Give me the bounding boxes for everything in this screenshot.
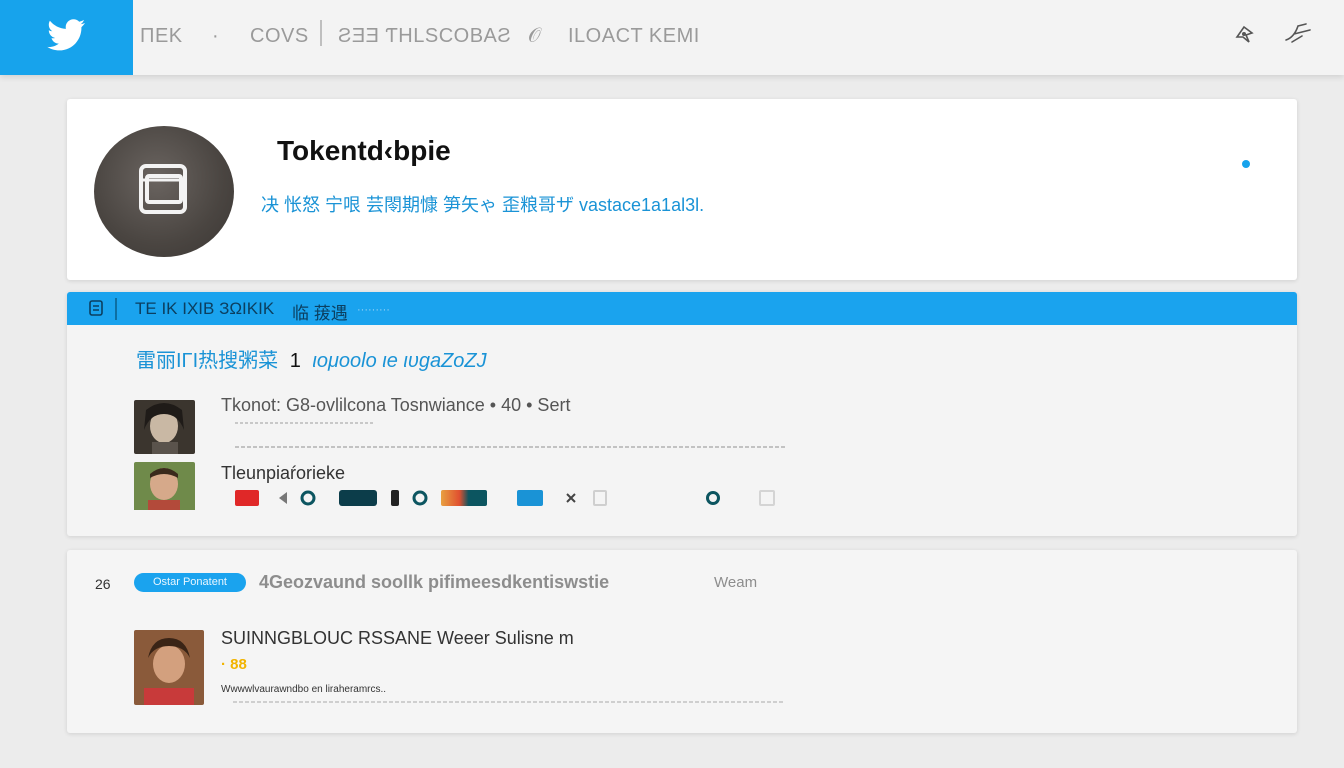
nav-item-3[interactable]: ƧƎƎ ƬΗLSCOBAƧ <box>338 22 511 50</box>
nav-item-2[interactable]: COVS <box>250 22 309 50</box>
status-badge[interactable]: Ostar Ponatent <box>134 573 246 592</box>
profile-bio: 决 怅怒 宁哏 芸閝期慷 笋矢ゃ 歪粮哥ザ vastace1a1al3l. <box>261 195 705 215</box>
profile-name: Tokentd‹bpie <box>277 135 451 166</box>
logo-button[interactable] <box>0 0 133 75</box>
notifications-icon[interactable] <box>1231 20 1259 48</box>
trend-text: ιομοοlο ιe ιυgaΖοΖJ <box>312 350 487 372</box>
trend-line[interactable]: 雷丽ΙΓΙ热搜粥菜 1 ιομοοlο ιe ιυgaΖοΖJ <box>136 344 487 373</box>
post-meta <box>233 698 783 707</box>
avatar[interactable] <box>94 126 234 257</box>
tweet-body-text <box>235 442 785 452</box>
trend-meta: Weam <box>714 574 758 591</box>
nav-divider <box>320 20 322 46</box>
checkbox-icon[interactable] <box>759 490 775 506</box>
more-icon[interactable] <box>705 490 721 506</box>
feed-card: ΤΕ ΙΚ ΙΧΙΒ ЗΩΙΚΙΚ 临 菝遇 ········· 雷丽ΙΓΙ热搜… <box>67 292 1297 536</box>
nav-item-5[interactable]: ILOACT ΚΕΜΙ <box>568 22 700 50</box>
tweet-actions <box>235 490 795 510</box>
post-title[interactable]: SUINNGBLOUC RSSANE Weeer Sulisne m <box>221 628 574 649</box>
compose-icon[interactable] <box>1284 20 1312 48</box>
feed-header-label[interactable]: ΤΕ ΙΚ ΙΧΙΒ ЗΩΙΚΙΚ <box>135 299 274 319</box>
trending-card: 26 Ostar Ponatent 4Geozvaund soollk pifi… <box>67 550 1297 733</box>
document-icon[interactable] <box>87 298 107 318</box>
trend-count: 1 <box>289 350 301 372</box>
post-badge: · 88 <box>221 656 247 673</box>
reply-icon[interactable] <box>299 490 317 506</box>
avatar[interactable] <box>134 400 195 454</box>
twitter-bird-icon <box>46 18 87 57</box>
top-navigation-bar: ΠΕΚ · COVS ƧƎƎ ƬΗLSCOBAƧ 𝒪 ILOACT ΚΕΜΙ <box>0 0 1344 75</box>
tweet-meta <box>235 418 375 428</box>
like-icon[interactable] <box>411 490 429 506</box>
status-dot <box>1242 160 1250 168</box>
post-handle[interactable]: Wwwwlvaurawndbo en liraheramrcs.. <box>221 684 386 695</box>
nav-item-1[interactable]: ΠΕΚ <box>140 22 183 50</box>
video-icon[interactable] <box>235 490 259 506</box>
share-icon[interactable] <box>517 490 543 506</box>
trend-title[interactable]: 4Geozvaund soollk pifimeesdkentiswstie <box>259 572 609 593</box>
trend-rank: 26 <box>95 576 111 592</box>
feed-header: ΤΕ ΙΚ ΙΧΙΒ ЗΩΙΚΙΚ 临 菝遇 ········· <box>67 292 1297 325</box>
document-icon <box>133 158 195 225</box>
stats-icon[interactable] <box>441 490 487 506</box>
bookmark-icon[interactable] <box>391 490 399 506</box>
avatar[interactable] <box>134 462 195 516</box>
tweet-title[interactable]: Tkonot: G8-ovlilcona Tosnwiance • 40 • S… <box>221 395 570 416</box>
close-icon[interactable] <box>565 490 577 506</box>
feed-header-divider <box>115 298 117 320</box>
feed-header-tab[interactable]: 临 菝遇 <box>292 299 348 324</box>
retweet-icon[interactable] <box>339 490 377 506</box>
profile-card: Tokentd‹bpie 决 怅怒 宁哏 芸閝期慷 笋矢ゃ 歪粮哥ザ vasta… <box>67 99 1297 280</box>
avatar[interactable] <box>134 630 204 705</box>
trend-prefix: 雷丽ΙΓΙ热搜粥菜 <box>136 350 279 372</box>
nav-separator-dot: · <box>212 25 220 47</box>
nav-item-4[interactable]: 𝒪 <box>528 22 541 50</box>
feed-header-hint: ········· <box>357 304 390 316</box>
play-icon[interactable] <box>277 490 287 506</box>
checkbox-icon[interactable] <box>593 490 607 506</box>
tweet-author[interactable]: Tleunpiaŕoriеke <box>221 463 345 484</box>
